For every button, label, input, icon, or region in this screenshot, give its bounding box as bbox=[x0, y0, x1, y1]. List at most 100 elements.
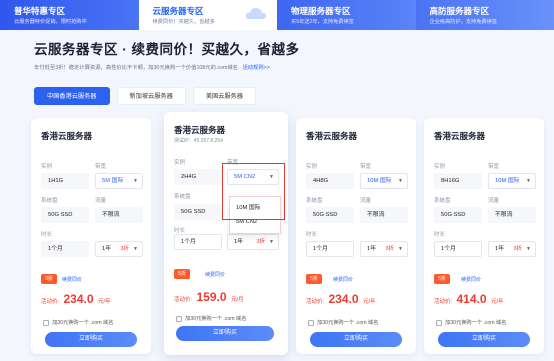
bandwidth-select[interactable]: 10M 国际 ▼ bbox=[360, 173, 408, 189]
rules-link[interactable]: 活动规则>> bbox=[242, 65, 269, 71]
price-value: 414.0 bbox=[456, 292, 487, 306]
traffic-label: 流量 bbox=[95, 198, 107, 204]
addon-label: 加30元换购一个 .com 域名 bbox=[445, 320, 507, 326]
bandwidth-value: 5M 国际 bbox=[102, 178, 124, 184]
year-value: 1年 bbox=[495, 246, 505, 252]
chevron-down-icon: ▼ bbox=[398, 246, 403, 252]
addon-label: 加30元换购一个 .com 域名 bbox=[317, 320, 379, 326]
discount-tag: 3折 bbox=[385, 246, 394, 252]
year-value: 1年 bbox=[367, 246, 377, 252]
instance-select[interactable]: 8H16G bbox=[434, 173, 482, 189]
disk-value: 50G SSD bbox=[174, 204, 222, 220]
fire-discount-badge: 3折 bbox=[41, 274, 57, 284]
product-card: 香港云服务器 实例 带宽 4H8G 10M 国际 ▼ 系统盘 流量 50G SSD… bbox=[296, 118, 416, 354]
instance-select[interactable]: 1H1G bbox=[41, 173, 89, 189]
page-title: 云服务器专区 · 续费同价！买越久，省越多 bbox=[34, 42, 300, 57]
discount-tag: 3折 bbox=[120, 246, 129, 252]
price-label: 活动价: bbox=[174, 297, 193, 303]
domain-addon[interactable]: 加30元换购一个 .com 域名 bbox=[176, 315, 246, 322]
tab-subtitle: 企业级高防护，支持免费续签 bbox=[429, 19, 497, 25]
addon-label: 加30元换购一个 .com 域名 bbox=[52, 320, 114, 326]
product-card: 香港云服务器 实例 带宽 1H1G 5M 国际 ▼ 系统盘 流量 50G SSD … bbox=[31, 118, 151, 354]
duration-label: 时长 bbox=[174, 228, 186, 234]
price-unit: 元/月 bbox=[230, 297, 244, 303]
region-tab-hongkong[interactable]: 中国香港云服务器 bbox=[34, 87, 110, 105]
discount-tag: 3折 bbox=[256, 239, 265, 245]
fire-discount-badge: 5折 bbox=[434, 274, 450, 284]
card-title: 香港云服务器 bbox=[434, 131, 486, 141]
year-value: 1年 bbox=[102, 246, 112, 252]
bandwidth-label: 带宽 bbox=[488, 164, 500, 170]
bandwidth-value: 10M 国际 bbox=[367, 178, 392, 184]
disk-label: 系统盘 bbox=[306, 198, 323, 204]
checkbox[interactable] bbox=[308, 319, 314, 326]
checkbox[interactable] bbox=[176, 315, 182, 322]
tab-physical-servers[interactable]: 物理服务器专区 买5年送2年，支持免费续签 bbox=[277, 0, 416, 30]
duration-label: 时长 bbox=[41, 232, 53, 238]
disk-label: 系统盘 bbox=[41, 198, 58, 204]
top-category-tabs: 普华特惠专区 云服务器特价促销，限时抢购中 云服务器专区 续费同价！买越久，省越… bbox=[0, 0, 554, 30]
bandwidth-label: 带宽 bbox=[360, 164, 372, 170]
buy-now-button[interactable]: 立即购买 bbox=[310, 332, 402, 347]
addon-label: 加30元换购一个 .com 域名 bbox=[185, 316, 247, 322]
price-label: 活动价: bbox=[41, 299, 60, 305]
domain-addon[interactable]: 加30元换购一个 .com 域名 bbox=[43, 319, 113, 326]
disk-label: 系统盘 bbox=[174, 194, 191, 200]
bandwidth-label: 带宽 bbox=[95, 164, 107, 170]
price-row: 活动价: 234.0 元/年 bbox=[41, 290, 111, 308]
chevron-down-icon: ▼ bbox=[269, 239, 274, 245]
bandwidth-select[interactable]: 5M 国际 ▼ bbox=[95, 173, 143, 189]
instance-select[interactable]: 4H8G bbox=[306, 173, 354, 189]
buy-now-button[interactable]: 立即购买 bbox=[438, 332, 530, 347]
chevron-down-icon: ▼ bbox=[526, 178, 531, 184]
bandwidth-select[interactable]: 10M 国际 ▼ bbox=[488, 173, 536, 189]
duration-select[interactable]: 1个月 bbox=[41, 241, 89, 257]
chevron-down-icon: ▼ bbox=[133, 178, 138, 184]
checkbox[interactable] bbox=[43, 319, 49, 326]
year-select[interactable]: 1年 3折 ▼ bbox=[95, 241, 143, 257]
duration-select[interactable]: 1个月 bbox=[434, 241, 482, 257]
card-title: 香港云服务器 bbox=[174, 125, 226, 135]
instance-label: 实例 bbox=[434, 164, 446, 170]
test-ip: 测试IP：45.207.8.254 bbox=[174, 138, 223, 144]
year-select[interactable]: 1年 3折 ▼ bbox=[227, 234, 279, 250]
duration-select[interactable]: 1个月 bbox=[306, 241, 354, 257]
renew-same-price-link[interactable]: 续费同价 bbox=[205, 271, 225, 278]
year-select[interactable]: 1年 3折 ▼ bbox=[488, 241, 536, 257]
region-tabs: 中国香港云服务器 新加坡云服务器 美国云服务器 bbox=[34, 87, 256, 105]
checkbox[interactable] bbox=[436, 319, 442, 326]
price-unit: 元/年 bbox=[362, 299, 376, 305]
renew-same-price-link[interactable]: 续费同价 bbox=[333, 276, 353, 283]
domain-addon[interactable]: 加30元换购一个 .com 域名 bbox=[308, 319, 378, 326]
duration-label: 时长 bbox=[306, 232, 318, 238]
tab-title: 高防服务器专区 bbox=[429, 6, 490, 16]
renew-same-price-link[interactable]: 续费同价 bbox=[461, 276, 481, 283]
buy-now-button[interactable]: 立即购买 bbox=[176, 326, 274, 341]
instance-select[interactable]: 2H4G bbox=[174, 169, 222, 185]
duration-select[interactable]: 1个月 bbox=[174, 234, 222, 250]
domain-addon[interactable]: 加30元换购一个 .com 域名 bbox=[436, 319, 506, 326]
region-tab-singapore[interactable]: 新加坡云服务器 bbox=[116, 87, 186, 105]
price-value: 234.0 bbox=[328, 292, 359, 306]
instance-label: 实例 bbox=[306, 164, 318, 170]
traffic-value: 不限流 bbox=[95, 207, 143, 223]
disk-value: 50G SSD bbox=[41, 207, 89, 223]
tab-ddos-servers[interactable]: 高防服务器专区 企业级高防护，支持免费续签 bbox=[415, 0, 554, 30]
price-unit: 元/年 bbox=[490, 299, 504, 305]
buy-now-button[interactable]: 立即购买 bbox=[45, 332, 137, 347]
year-select[interactable]: 1年 3折 ▼ bbox=[360, 241, 408, 257]
page-subtitle: 年付低至3折！稳定计算资源，高性价比不卡顿，加30元换购一个价值108元的.co… bbox=[34, 63, 300, 71]
tab-subtitle: 买5年送2年，支持免费续签 bbox=[291, 19, 354, 25]
tab-special-offers[interactable]: 普华特惠专区 云服务器特价促销，限时抢购中 bbox=[0, 0, 139, 30]
chevron-down-icon: ▼ bbox=[398, 178, 403, 184]
disk-value: 50G SSD bbox=[306, 207, 354, 223]
tab-cloud-servers[interactable]: 云服务器专区 续费同价！买越久，省越多 bbox=[138, 0, 277, 30]
product-card: 香港云服务器 实例 带宽 8H16G 10M 国际 ▼ 系统盘 流量 50G SS… bbox=[424, 118, 544, 354]
chevron-down-icon: ▼ bbox=[133, 246, 138, 252]
region-tab-usa[interactable]: 美国云服务器 bbox=[192, 87, 256, 105]
renew-same-price-link[interactable]: 续费同价 bbox=[62, 276, 82, 283]
tab-title: 物理服务器专区 bbox=[291, 6, 351, 16]
card-title: 香港云服务器 bbox=[306, 131, 358, 141]
tab-subtitle: 云服务器特价促销，限时抢购中 bbox=[14, 19, 87, 25]
subtitle-text: 年付低至3折！稳定计算资源，高性价比不卡顿，加30元换购一个价值108元的.co… bbox=[34, 65, 238, 71]
